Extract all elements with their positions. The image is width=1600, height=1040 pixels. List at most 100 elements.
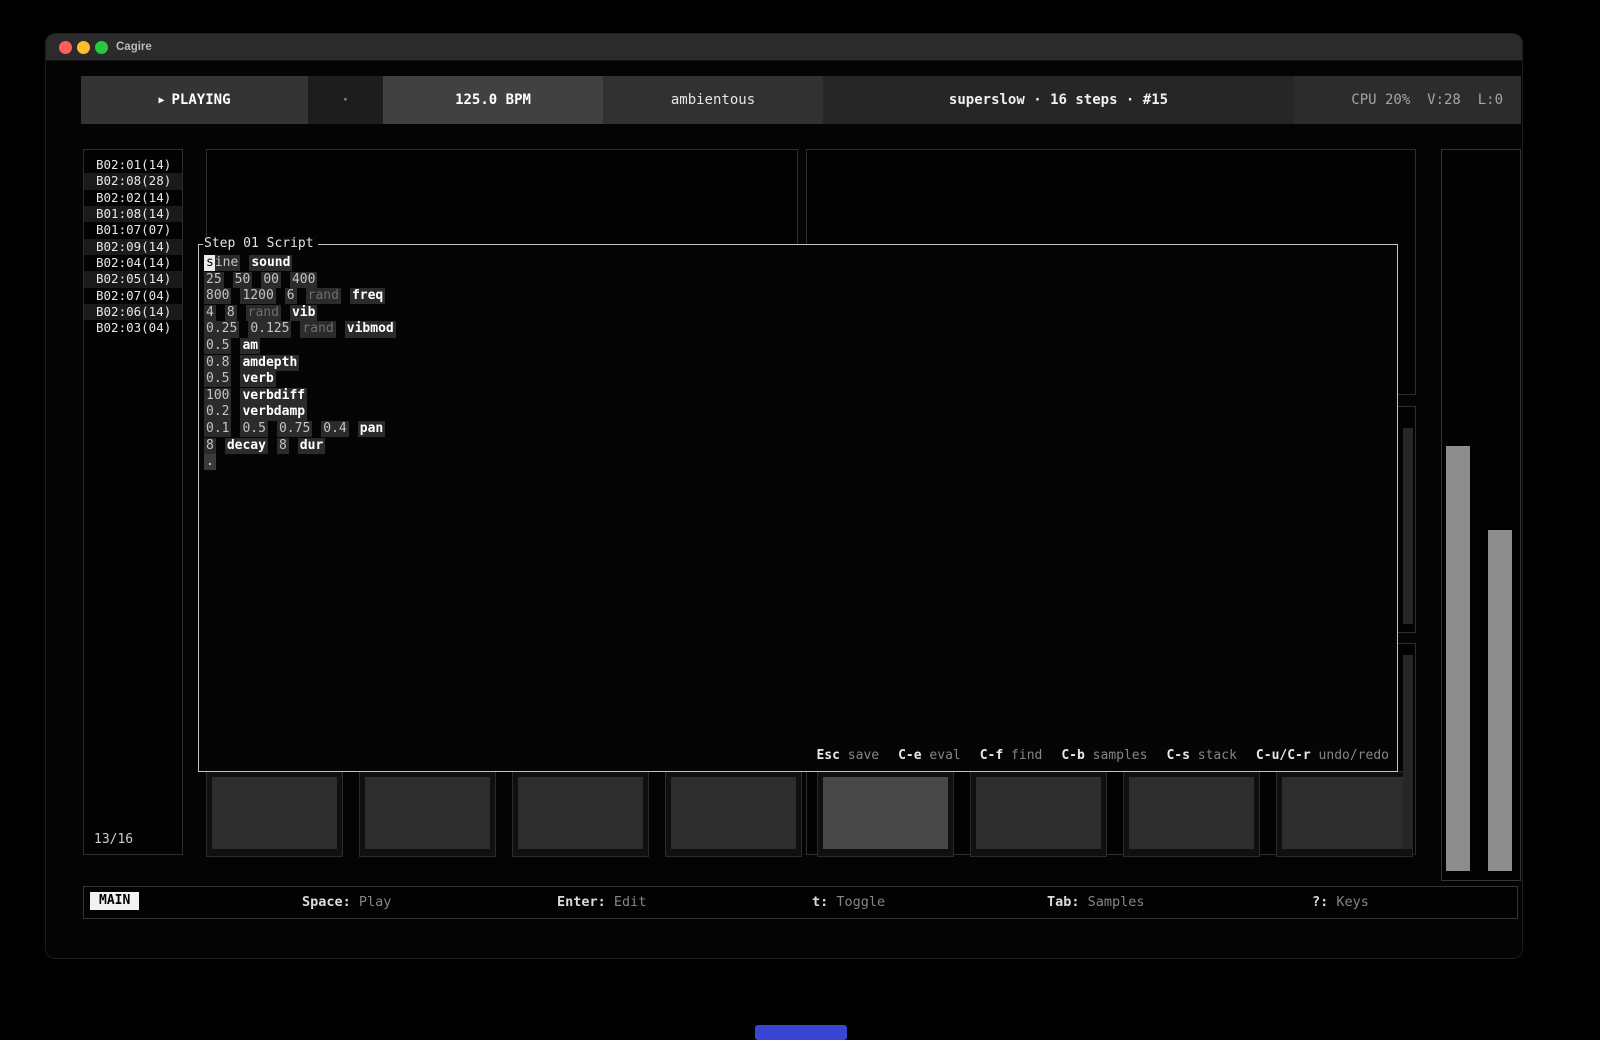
- code-token: sound: [249, 255, 292, 271]
- sample-item[interactable]: B02:07(04): [84, 288, 182, 304]
- zoom-window-button[interactable]: [95, 41, 108, 54]
- code-token: 100: [204, 388, 231, 404]
- scale-segment[interactable]: ambientous: [603, 76, 823, 124]
- status-hint: t: Toggle: [812, 887, 885, 918]
- code-token: verb: [240, 371, 275, 387]
- cpu-stats: CPU 20% V:28 L:0: [1294, 76, 1521, 124]
- step-cell-8[interactable]: [1276, 771, 1413, 857]
- code-token: pan: [358, 421, 385, 437]
- step-fill: [1282, 777, 1407, 849]
- code-token: verbdamp: [240, 404, 307, 420]
- sample-item[interactable]: B02:01(14): [84, 157, 182, 173]
- bottom-status-bar: MAIN Space: PlayEnter: Editt: ToggleTab:…: [83, 886, 1518, 919]
- editor-help-item: C-u/C-r undo/redo: [1256, 748, 1389, 763]
- text-cursor: s: [204, 255, 215, 271]
- code-line: 100verbdiff: [204, 388, 396, 405]
- editor-help-item: C-s stack: [1166, 748, 1236, 763]
- step-cell-7[interactable]: [1123, 771, 1260, 857]
- sample-item[interactable]: B01:07(07): [84, 222, 182, 238]
- step-cell-5[interactable]: [817, 771, 954, 857]
- code-token: rand: [306, 288, 341, 304]
- step-cell-4[interactable]: [665, 771, 802, 857]
- sample-counter: 13/16: [94, 832, 133, 847]
- code-token: ine: [215, 255, 240, 271]
- beat-indicator: ·: [308, 76, 383, 124]
- code-token: rand: [246, 305, 281, 321]
- bpm-segment[interactable]: 125.0 BPM: [383, 76, 603, 124]
- sample-item[interactable]: B02:06(14): [84, 304, 182, 320]
- transport-playing-segment[interactable]: ▶ PLAYING: [81, 76, 308, 124]
- pattern-info-segment[interactable]: superslow · 16 steps · #15: [823, 76, 1294, 124]
- sample-item[interactable]: B02:04(14): [84, 255, 182, 271]
- step-cell-1[interactable]: [206, 771, 343, 857]
- close-window-button[interactable]: [59, 41, 72, 54]
- code-token: 0.125: [248, 321, 291, 337]
- code-line: 0.2 verbdamp: [204, 404, 396, 421]
- window-title: Cagire: [116, 34, 152, 60]
- sample-item[interactable]: B01:08(14): [84, 206, 182, 222]
- step-cell-6[interactable]: [970, 771, 1107, 857]
- code-token: vib: [290, 305, 317, 321]
- script-code-area[interactable]: sinesound25500040080012006randfreq48rand…: [204, 255, 396, 471]
- step-fill: [365, 777, 490, 849]
- code-token: 0.1: [204, 421, 231, 437]
- step-script-editor[interactable]: Step 01 Script sinesound2550004008001200…: [198, 244, 1398, 772]
- code-line: 0.8 amdepth: [204, 355, 396, 372]
- code-token: 1200: [240, 288, 275, 304]
- code-token: 800: [204, 288, 231, 304]
- sample-item[interactable]: B02:09(14): [84, 239, 182, 255]
- dock-indicator[interactable]: [755, 1025, 847, 1040]
- step-fill: [976, 777, 1101, 849]
- sample-item[interactable]: B02:08(28): [84, 173, 182, 189]
- code-token: 8: [225, 305, 237, 321]
- code-token: 0.8: [204, 355, 231, 371]
- step-cell-3[interactable]: [512, 771, 649, 857]
- code-token: 0.5: [204, 338, 231, 354]
- code-token: 8: [204, 438, 216, 454]
- status-hint: ?: Keys: [1312, 887, 1369, 918]
- step-fill: [212, 777, 337, 849]
- status-hint: Tab: Samples: [1047, 887, 1145, 918]
- code-line: sine sound: [204, 255, 396, 272]
- panel-scrollbar[interactable]: [1403, 428, 1413, 624]
- status-hint: Enter: Edit: [557, 887, 646, 918]
- window-titlebar: Cagire: [46, 34, 1522, 61]
- transport-status-bar: ▶ PLAYING · 125.0 BPM ambientous superslo…: [81, 76, 1521, 124]
- editor-help-line: Esc saveC-e evalC-f findC-b samplesC-s s…: [816, 748, 1389, 763]
- code-token: 0.4: [321, 421, 348, 437]
- sample-item[interactable]: B02:03(04): [84, 320, 182, 336]
- code-line: 80012006randfreq: [204, 288, 396, 305]
- code-token: 0.5: [240, 421, 267, 437]
- code-token: 8: [277, 438, 289, 454]
- level-meter-bar: [1488, 530, 1512, 871]
- code-token: .: [204, 454, 216, 470]
- step-fill: [671, 777, 796, 849]
- code-line: 255000400: [204, 272, 396, 289]
- transport-label: PLAYING: [172, 92, 231, 108]
- code-token: freq: [350, 288, 385, 304]
- panel-scrollbar[interactable]: [1403, 655, 1413, 849]
- editor-help-item: C-b samples: [1061, 748, 1147, 763]
- code-line: 0.250.125randvibmod: [204, 321, 396, 338]
- code-token: vibmod: [345, 321, 396, 337]
- minimize-window-button[interactable]: [77, 41, 90, 54]
- sample-item[interactable]: B02:02(14): [84, 190, 182, 206]
- app-window: Cagire ▶ PLAYING · 125.0 BPM ambientous s…: [45, 33, 1523, 959]
- editor-help-item: C-e eval: [898, 748, 961, 763]
- code-token: amdepth: [240, 355, 299, 371]
- active-step-fill: [823, 777, 948, 849]
- play-icon: ▶: [158, 95, 164, 106]
- code-token: 0.5: [204, 371, 231, 387]
- editor-help-item: C-f find: [980, 748, 1043, 763]
- code-token: 0.2: [204, 404, 231, 420]
- mode-badge: MAIN: [90, 892, 139, 910]
- code-token: am: [240, 338, 260, 354]
- sample-list: B02:01(14)B02:08(28)B02:02(14)B01:08(14)…: [84, 157, 182, 337]
- step-cell-2[interactable]: [359, 771, 496, 857]
- code-token: 00: [261, 272, 281, 288]
- code-line: 8decay8dur: [204, 438, 396, 455]
- code-line: 0.5 am: [204, 338, 396, 355]
- code-token: 400: [290, 272, 317, 288]
- sample-item[interactable]: B02:05(14): [84, 271, 182, 287]
- code-token: 0.25: [204, 321, 239, 337]
